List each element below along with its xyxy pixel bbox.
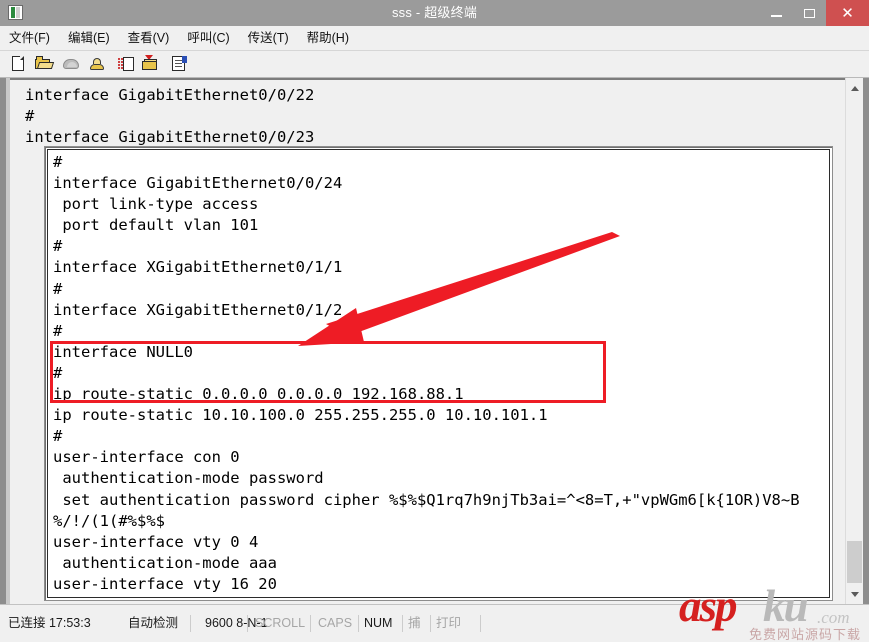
send-file-icon[interactable]	[118, 55, 136, 73]
status-num[interactable]: NUM	[364, 613, 392, 634]
menu-view[interactable]: 查看(V)	[119, 26, 179, 50]
scroll-down-arrow-icon[interactable]	[846, 586, 863, 603]
right-border	[863, 78, 869, 605]
maximize-button[interactable]	[793, 0, 826, 26]
status-caps[interactable]: CAPS	[318, 613, 352, 634]
status-print[interactable]: 打印	[436, 613, 461, 634]
new-connection-icon[interactable]	[10, 55, 28, 73]
title-bar: sss - 超级终端 ✕	[0, 0, 869, 26]
terminal-client-area: interface GigabitEthernet0/0/22 # interf…	[0, 78, 869, 605]
status-bar: 已连接 17:53:3 自动检测 9600 8-N-1 SCROLL CAPS …	[0, 604, 869, 642]
menu-help[interactable]: 帮助(H)	[298, 26, 358, 50]
status-detect: 自动检测	[128, 616, 179, 630]
status-capture[interactable]: 捕	[408, 613, 421, 634]
status-scroll[interactable]: SCROLL	[255, 613, 305, 634]
scroll-up-arrow-icon[interactable]	[846, 80, 863, 97]
window-title: sss - 超级终端	[391, 5, 478, 20]
toolbar	[0, 51, 869, 78]
left-inner-border	[6, 78, 10, 605]
menu-edit[interactable]: 编辑(E)	[59, 26, 119, 50]
open-folder-icon[interactable]	[34, 55, 52, 73]
minimize-button[interactable]	[760, 0, 793, 26]
terminal-console-panel[interactable]: # interface GigabitEthernet0/0/24 port l…	[44, 146, 833, 601]
close-icon: ✕	[841, 4, 854, 22]
status-connection: 已连接 17:53:3	[8, 616, 91, 630]
hyperterminal-window: sss - 超级终端 ✕ 文件(F) 编辑(E) 查看(V) 呼叫(C) 传送(…	[0, 0, 869, 642]
receive-file-icon[interactable]	[141, 55, 159, 73]
menu-bar: 文件(F) 编辑(E) 查看(V) 呼叫(C) 传送(T) 帮助(H)	[0, 26, 869, 51]
terminal-console-text: # interface GigabitEthernet0/0/24 port l…	[53, 153, 800, 597]
connect-phone-icon[interactable]	[88, 55, 106, 73]
terminal-scrollback: interface GigabitEthernet0/0/22 # interf…	[11, 81, 833, 145]
scrollbar-thumb[interactable]	[847, 541, 862, 583]
vertical-scrollbar[interactable]	[845, 78, 863, 605]
properties-icon[interactable]	[170, 55, 188, 73]
close-button[interactable]: ✕	[826, 0, 869, 26]
disconnect-phone-icon[interactable]	[62, 55, 80, 73]
menu-file[interactable]: 文件(F)	[0, 26, 59, 50]
top-separator	[10, 78, 863, 80]
menu-call[interactable]: 呼叫(C)	[178, 26, 238, 50]
menu-transfer[interactable]: 传送(T)	[239, 26, 298, 50]
